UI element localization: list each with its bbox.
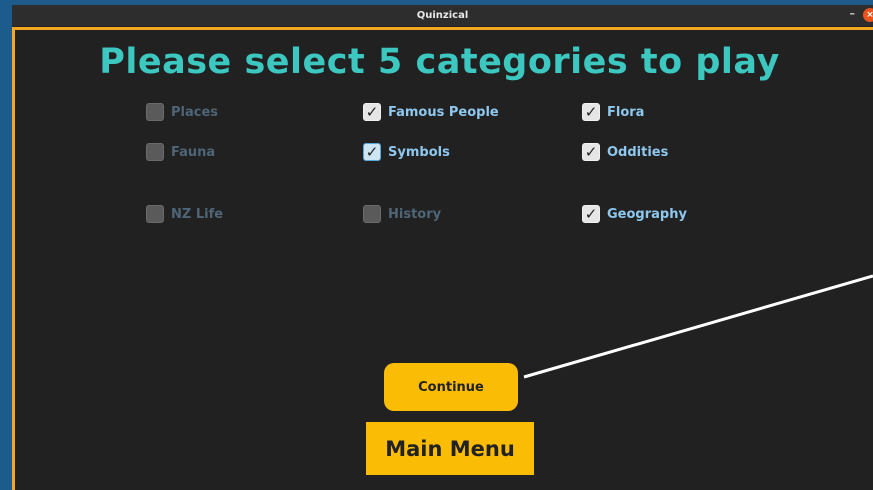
annotation-arrow — [523, 274, 873, 379]
